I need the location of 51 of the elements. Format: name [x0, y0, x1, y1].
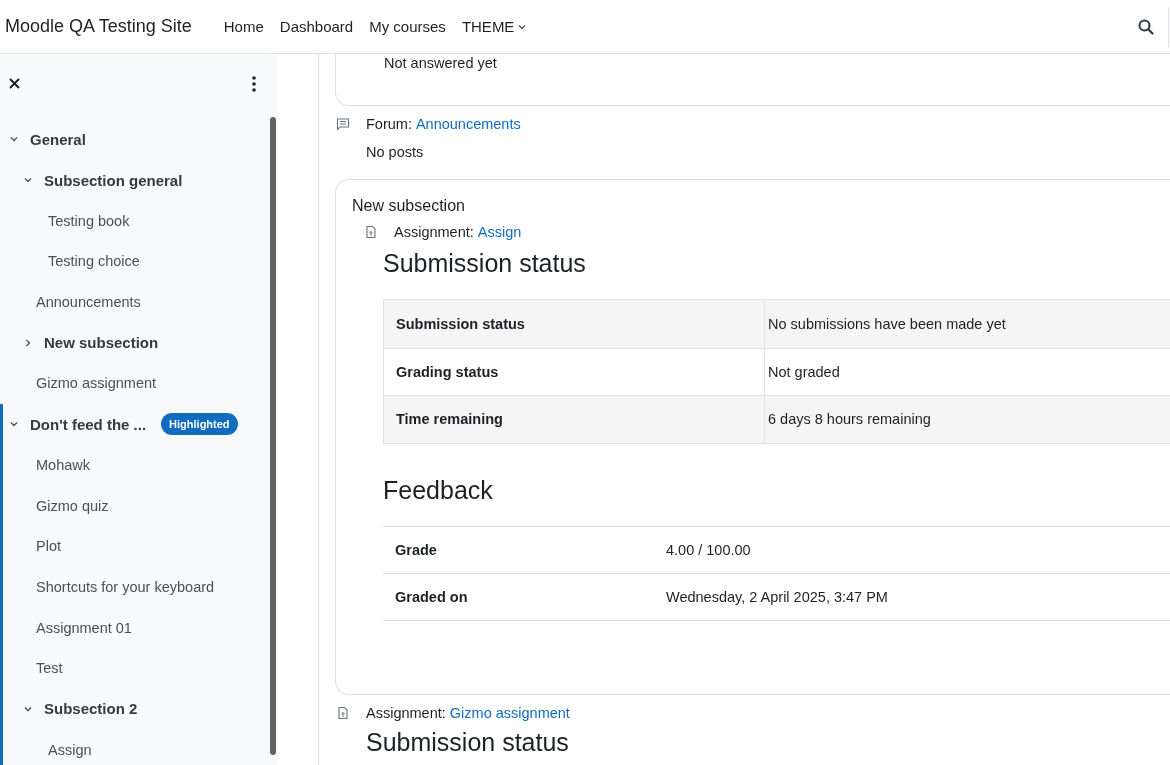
activity-link[interactable]: Assign: [477, 224, 522, 240]
site-name[interactable]: Moodle QA Testing Site: [5, 16, 192, 37]
activity-type-label: Forum:: [366, 116, 412, 132]
activity-link[interactable]: Test: [36, 660, 63, 677]
activity-link[interactable]: Gizmo quiz: [36, 497, 109, 514]
activity-type-label: Assignment:: [394, 224, 474, 240]
nav-link[interactable]: THEME: [453, 18, 536, 35]
activity-link[interactable]: Gizmo assignment: [36, 375, 157, 392]
activity-link[interactable]: Announcements: [415, 116, 521, 132]
activity-link[interactable]: Testing choice: [48, 253, 140, 270]
activity-link[interactable]: Shortcuts for your keyboard: [36, 578, 215, 595]
activity-link[interactable]: Assignment 01: [36, 619, 132, 636]
nav-link[interactable]: Home: [215, 18, 272, 35]
activity-type-label: Assignment:: [366, 705, 446, 721]
activity-link[interactable]: Gizmo assignment: [449, 705, 570, 721]
completion-status: Not answered yet: [384, 54, 498, 72]
document-upload-icon: [364, 225, 378, 239]
forum-status: No posts: [366, 143, 425, 161]
nav-link[interactable]: Dashboard: [271, 18, 362, 35]
submission-status-heading: Submission status: [383, 249, 587, 278]
table-cell-text: Not graded: [767, 363, 841, 380]
table-header-cell-text: Grade: [394, 541, 438, 558]
feedback-heading: Feedback: [383, 475, 494, 505]
activity-link[interactable]: Announcements: [36, 294, 141, 311]
activity-link[interactable]: Plot: [36, 538, 61, 555]
table-cell-text: 6 days 8 hours remaining: [767, 411, 932, 428]
activity-link[interactable]: Mohawk: [36, 456, 90, 473]
table-header-cell: Time remaining: [384, 396, 765, 443]
subsection-link[interactable]: New subsection: [44, 334, 159, 352]
chevron-right-icon[interactable]: [23, 337, 33, 348]
table-cell-text: 4.00 / 100.00: [665, 541, 752, 558]
section-link[interactable]: Don't feed the ...: [30, 415, 147, 433]
more-options-icon[interactable]: [252, 75, 256, 92]
close-icon[interactable]: [9, 78, 20, 89]
table-cell-text: Wednesday, 2 April 2025, 3:47 PM: [665, 588, 889, 605]
subsection-title: New subsection: [352, 197, 466, 215]
subsection-link[interactable]: Subsection general: [44, 171, 183, 189]
subsection-link[interactable]: Subsection 2: [44, 700, 138, 718]
section-link[interactable]: General: [30, 130, 86, 148]
document-upload-icon: [336, 706, 350, 720]
activity-link[interactable]: Assign: [48, 741, 92, 758]
table-header-cell: Submission status: [384, 300, 765, 348]
table-cell-text: No submissions have been made yet: [767, 315, 1007, 332]
scrollbar[interactable]: [270, 117, 276, 755]
speech-bubble-icon: [336, 117, 350, 131]
highlighted-badge: Highlighted: [161, 413, 238, 436]
search-icon[interactable]: [1138, 18, 1154, 35]
nav-link[interactable]: My courses: [361, 18, 454, 35]
table-header-cell-text: Graded on: [394, 588, 469, 605]
submission-status-heading: Submission status: [366, 728, 570, 757]
activity-link[interactable]: Testing book: [48, 212, 130, 229]
